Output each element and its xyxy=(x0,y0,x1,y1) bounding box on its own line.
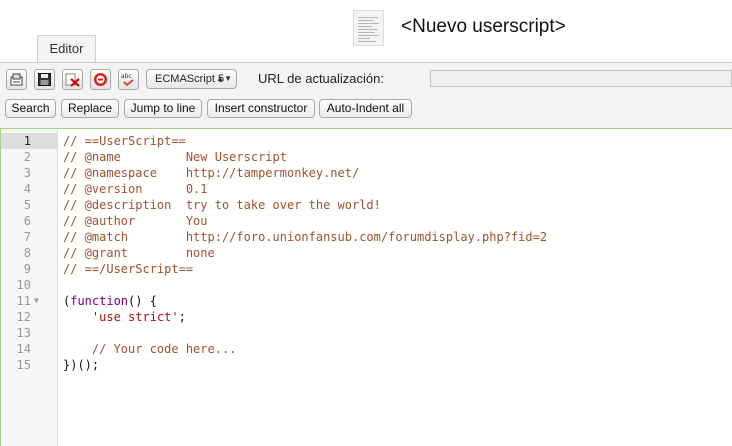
code-line[interactable]: 12 'use strict'; xyxy=(1,309,732,325)
select-arrows-icon: ▲▼ xyxy=(216,74,232,83)
insert-constructor-button[interactable]: Insert constructor xyxy=(207,99,315,118)
spellcheck-button[interactable]: abc xyxy=(118,69,139,90)
line-number: 8 xyxy=(23,246,31,260)
save-to-disk-button[interactable] xyxy=(6,69,27,90)
auto-indent-button[interactable]: Auto-Indent all xyxy=(319,99,412,118)
code-text: // @name New Userscript xyxy=(63,150,287,164)
line-number: 5 xyxy=(23,198,31,212)
language-select-value: ECMAScript 5 xyxy=(155,73,225,85)
code-line[interactable]: 1 // ==UserScript== xyxy=(1,133,732,149)
line-number: 1 xyxy=(23,134,31,148)
code-line[interactable]: 9 // ==/UserScript== xyxy=(1,261,732,277)
code-text: })(); xyxy=(63,358,100,372)
line-number: 10 xyxy=(16,278,31,292)
code-text: // @author You xyxy=(63,214,208,228)
line-number: 2 xyxy=(23,150,31,164)
line-number: 3 xyxy=(23,166,31,180)
code-text: // @grant none xyxy=(63,246,215,260)
update-url-label: URL de actualización: xyxy=(258,71,384,86)
close-discard-button[interactable] xyxy=(62,69,83,90)
code-text: // Your code here... xyxy=(63,342,237,356)
editor-toolbar: abc ECMAScript 5 ▲▼ URL de actualización… xyxy=(0,62,732,128)
code-text: // @version 0.1 xyxy=(63,182,208,196)
code-line[interactable]: 11 ▼ (function() { xyxy=(1,293,732,309)
close-discard-icon xyxy=(65,73,80,87)
update-url-input[interactable] xyxy=(430,70,732,87)
code-line[interactable]: 3 // @namespace http://tampermonkey.net/ xyxy=(1,165,732,181)
code-line[interactable]: 4 // @version 0.1 xyxy=(1,181,732,197)
save-to-disk-icon xyxy=(10,73,23,86)
script-document-icon xyxy=(353,10,384,46)
code-editor[interactable]: 1 // ==UserScript== 2 // @name New Userscri… xyxy=(0,128,732,446)
code-text: // @description try to take over the wor… xyxy=(63,198,381,212)
header-area: <Nuevo userscript> Editor xyxy=(0,0,732,62)
code-line[interactable]: 7 // @match http://foro.unionfansub.com/f… xyxy=(1,229,732,245)
line-number: 11 xyxy=(16,294,31,308)
script-title: <Nuevo userscript> xyxy=(401,16,566,37)
save-icon xyxy=(38,73,51,86)
fold-arrow-icon[interactable]: ▼ xyxy=(34,293,39,309)
line-number: 15 xyxy=(16,358,31,372)
code-line[interactable]: 8 // @grant none xyxy=(1,245,732,261)
disable-icon xyxy=(94,73,107,86)
line-number: 14 xyxy=(16,342,31,356)
disable-button[interactable] xyxy=(90,69,111,90)
jump-to-line-button[interactable]: Jump to line xyxy=(124,99,202,118)
tab-editor[interactable]: Editor xyxy=(37,35,96,62)
code-line[interactable]: 2 // @name New Userscript xyxy=(1,149,732,165)
code-line[interactable]: 6 // @author You xyxy=(1,213,732,229)
replace-button[interactable]: Replace xyxy=(61,99,119,118)
code-text: // ==UserScript== xyxy=(63,134,186,148)
code-line[interactable]: 5 // @description try to take over the wo… xyxy=(1,197,732,213)
svg-text:abc: abc xyxy=(121,73,132,80)
code-text: // @match http://foro.unionfansub.com/fo… xyxy=(63,230,548,244)
line-number: 12 xyxy=(16,310,31,324)
spellcheck-icon: abc xyxy=(121,73,134,87)
code-line[interactable]: 14 // Your code here... xyxy=(1,341,732,357)
code-line[interactable]: 13 xyxy=(1,325,732,341)
code-line[interactable]: 10 xyxy=(1,277,732,293)
search-button[interactable]: Search xyxy=(5,99,56,118)
code-line[interactable]: 15 })(); xyxy=(1,357,732,373)
line-number: 13 xyxy=(16,326,31,340)
line-number: 6 xyxy=(23,214,31,228)
save-button[interactable] xyxy=(34,69,55,90)
code-text: // ==/UserScript== xyxy=(63,262,194,276)
line-number: 7 xyxy=(23,230,31,244)
code-text: // @namespace http://tampermonkey.net/ xyxy=(63,166,360,180)
language-select[interactable]: ECMAScript 5 ▲▼ xyxy=(146,69,237,89)
code-text: (function() { xyxy=(63,294,157,308)
code-text: 'use strict'; xyxy=(91,310,186,324)
line-number: 9 xyxy=(23,262,31,276)
line-number: 4 xyxy=(23,182,31,196)
